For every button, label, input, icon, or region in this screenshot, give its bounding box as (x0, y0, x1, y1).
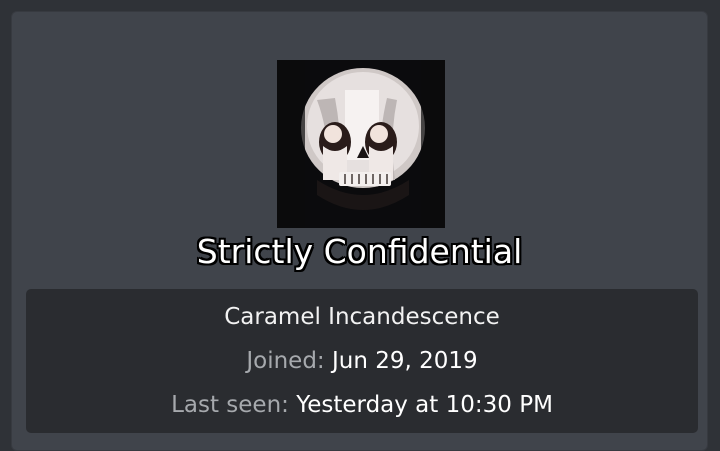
joined-label: Joined: (246, 348, 325, 374)
user-title: Caramel Incandescence (224, 304, 500, 330)
avatar-image (277, 60, 445, 228)
last-seen-row: Last seen: Yesterday at 10:30 PM (26, 390, 698, 420)
joined-value: Jun 29, 2019 (331, 348, 478, 374)
last-seen-value: Yesterday at 10:30 PM (296, 392, 553, 418)
joined-row: Joined: Jun 29, 2019 (26, 346, 698, 376)
profile-card: Strictly Confidential Caramel Incandesce… (11, 11, 708, 451)
avatar[interactable] (277, 60, 445, 228)
info-panel: Caramel Incandescence Joined: Jun 29, 20… (26, 289, 698, 433)
last-seen-label: Last seen: (171, 392, 289, 418)
username[interactable]: Strictly Confidential (12, 228, 707, 276)
